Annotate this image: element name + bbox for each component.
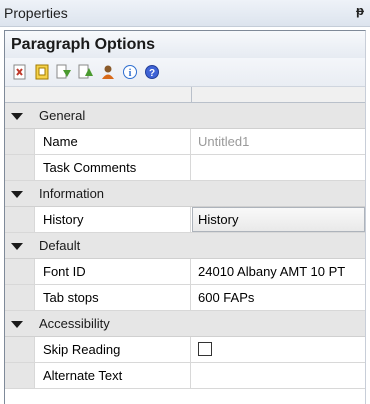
property-name: History xyxy=(43,212,84,227)
row-gutter xyxy=(5,259,34,284)
button-label: History xyxy=(198,212,239,227)
property-value: 24010 Albany AMT 10 PT xyxy=(198,264,346,279)
category-information[interactable]: Information xyxy=(5,181,365,207)
row-gutter xyxy=(5,155,34,180)
property-grid: General Name Untitled1 Task Comments Inf… xyxy=(5,87,365,389)
row-gutter xyxy=(5,285,34,310)
category-default[interactable]: Default xyxy=(5,233,365,259)
page-icon[interactable] xyxy=(34,64,50,80)
property-row-tab-stops[interactable]: Tab stops 600 FAPs xyxy=(5,285,365,311)
property-name-cell: Font ID xyxy=(34,259,191,284)
panel-heading: Paragraph Options xyxy=(11,36,156,53)
category-label: Accessibility xyxy=(39,316,110,331)
property-name-cell: Alternate Text xyxy=(34,363,191,388)
font-id-field[interactable]: 24010 Albany AMT 10 PT xyxy=(192,259,365,284)
skip-reading-checkbox[interactable] xyxy=(198,342,212,356)
property-value: Untitled1 xyxy=(198,134,250,149)
task-comments-field[interactable] xyxy=(192,155,365,180)
collapse-triangle-icon[interactable] xyxy=(11,191,23,198)
collapse-triangle-icon[interactable] xyxy=(11,243,23,250)
grid-header-row xyxy=(5,87,365,103)
property-name-cell: Task Comments xyxy=(34,155,191,180)
category-general[interactable]: General xyxy=(5,103,365,129)
property-name-cell: Skip Reading xyxy=(34,337,191,362)
delete-icon[interactable] xyxy=(12,64,28,80)
help-icon[interactable]: ? xyxy=(144,64,160,80)
collapse-triangle-icon[interactable] xyxy=(11,321,23,328)
property-value: 600 FAPs xyxy=(198,290,255,305)
property-row-skip-reading[interactable]: Skip Reading xyxy=(5,337,365,363)
category-accessibility[interactable]: Accessibility xyxy=(5,311,365,337)
alternate-text-field[interactable] xyxy=(192,363,365,388)
move-down-icon[interactable] xyxy=(56,64,72,80)
column-divider xyxy=(191,87,192,102)
row-gutter xyxy=(5,337,34,362)
category-label: Information xyxy=(39,186,105,201)
property-row-font-id[interactable]: Font ID 24010 Albany AMT 10 PT xyxy=(5,259,365,285)
row-gutter xyxy=(5,129,34,154)
properties-titlebar: Properties ᵽ xyxy=(0,0,370,27)
property-name-cell: Tab stops xyxy=(34,285,191,310)
property-name: Font ID xyxy=(43,264,86,279)
property-name-cell: Name xyxy=(34,129,191,154)
property-row-name[interactable]: Name Untitled1 xyxy=(5,129,365,155)
pin-icon[interactable]: ᵽ xyxy=(356,3,364,18)
panel-header: Paragraph Options xyxy=(5,31,365,58)
person-icon[interactable] xyxy=(100,64,116,80)
category-label: Default xyxy=(39,238,81,253)
name-value-field[interactable]: Untitled1 xyxy=(192,129,365,154)
row-gutter xyxy=(5,207,34,232)
property-row-alternate-text[interactable]: Alternate Text xyxy=(5,363,365,389)
svg-text:?: ? xyxy=(149,68,155,79)
property-name: Name xyxy=(43,134,78,149)
move-up-icon[interactable] xyxy=(78,64,94,80)
properties-panel: Paragraph Options i ? General Name Untit… xyxy=(4,30,366,404)
property-row-history[interactable]: History History xyxy=(5,207,365,233)
property-name-cell: History xyxy=(34,207,191,232)
window-title: Properties xyxy=(4,5,68,21)
tab-stops-field[interactable]: 600 FAPs xyxy=(192,285,365,310)
skip-reading-value xyxy=(192,337,365,362)
property-name: Task Comments xyxy=(43,160,137,175)
property-name: Alternate Text xyxy=(43,368,123,383)
toolbar: i ? xyxy=(5,58,365,87)
collapse-triangle-icon[interactable] xyxy=(11,113,23,120)
property-name: Skip Reading xyxy=(43,342,121,357)
history-button[interactable]: History xyxy=(192,207,365,232)
property-name: Tab stops xyxy=(43,290,99,305)
category-label: General xyxy=(39,108,86,123)
svg-text:i: i xyxy=(129,68,132,79)
info-icon[interactable]: i xyxy=(122,64,138,80)
property-row-task-comments[interactable]: Task Comments xyxy=(5,155,365,181)
row-gutter xyxy=(5,363,34,388)
